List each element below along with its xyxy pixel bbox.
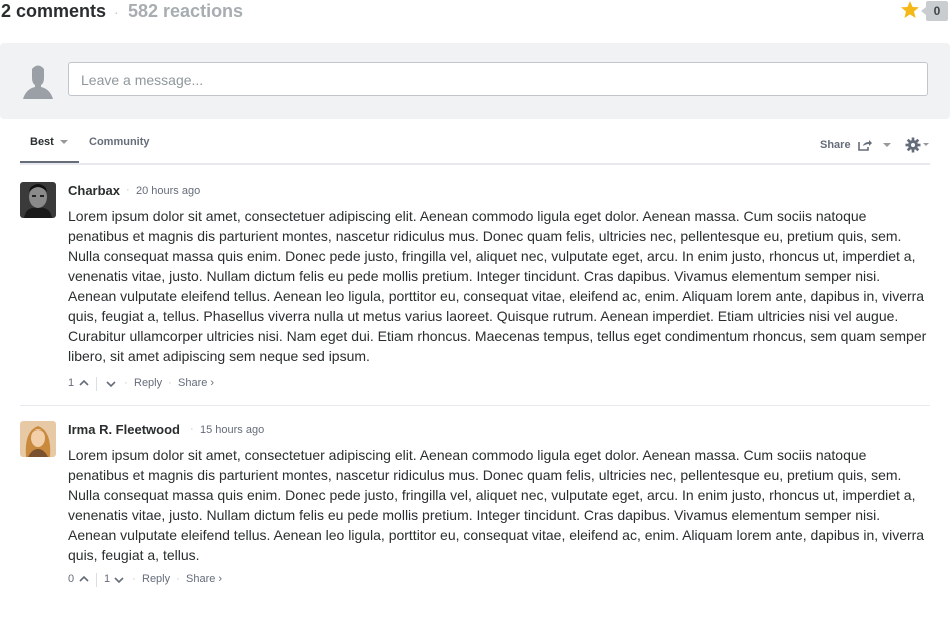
separator-dot: ·	[176, 573, 180, 585]
chevron-up-icon[interactable]	[79, 575, 89, 583]
settings-button[interactable]	[905, 136, 931, 154]
separator-dot: ·	[190, 423, 194, 435]
chevron-down-icon	[59, 140, 68, 145]
share-discussion-button[interactable]: Share	[820, 139, 891, 151]
share-link[interactable]: Share ›	[186, 573, 222, 585]
avatar-image	[20, 421, 56, 457]
reply-link[interactable]: Reply	[134, 377, 162, 389]
user-avatar-icon	[23, 65, 53, 99]
chevron-down-icon[interactable]	[106, 380, 116, 388]
chevron-up-icon[interactable]	[79, 379, 89, 387]
comment-time[interactable]: 20 hours ago	[136, 185, 200, 197]
chevron-down-icon	[882, 143, 891, 148]
reply-link[interactable]: Reply	[142, 573, 170, 585]
comment-actions: 1 · Reply · Share ›	[68, 377, 368, 391]
tab-community[interactable]: Community	[89, 136, 150, 163]
separator-dot: ·	[126, 184, 130, 196]
avatar-image	[20, 182, 56, 218]
avatar[interactable]	[20, 421, 56, 457]
recommend-count: 0	[921, 1, 948, 21]
recommend-button[interactable]: 0	[900, 0, 950, 24]
separator-dot: ·	[168, 377, 172, 389]
upvote-count: 1	[68, 377, 75, 389]
star-icon	[901, 1, 919, 18]
message-input[interactable]: Leave a message...	[68, 62, 928, 96]
vote-divider	[96, 377, 97, 391]
tab-community-label: Community	[89, 136, 150, 148]
separator-dot: ·	[132, 573, 136, 585]
share-label: Share	[820, 139, 851, 151]
comment-time[interactable]: 15 hours ago	[200, 424, 264, 436]
tab-best[interactable]: Best	[20, 136, 79, 163]
upvote-count: 0	[68, 573, 75, 585]
chevron-down-icon[interactable]	[114, 576, 124, 584]
comment-body: Lorem ipsum dolor sit amet, consectetuer…	[68, 447, 925, 563]
comment-author[interactable]: Irma R. Fleetwood	[68, 422, 180, 437]
vote-divider	[96, 573, 97, 587]
comment-actions: 0 1 · Reply · Share ›	[68, 573, 368, 587]
downvote-count: 1	[104, 573, 111, 585]
sort-tabs: Best Community Share	[20, 126, 930, 165]
comment-item: Charbax · 20 hours ago Lorem ipsum dolor…	[20, 182, 930, 392]
comments-count: 2 comments	[1, 1, 107, 21]
message-input-placeholder: Leave a message...	[81, 72, 204, 88]
comment-divider	[20, 405, 930, 406]
comment-body: Lorem ipsum dolor sit amet, consectetuer…	[68, 208, 927, 364]
comment-composer: Leave a message...	[0, 43, 950, 119]
comment-item: Irma R. Fleetwood · 15 hours ago Lorem i…	[20, 421, 930, 591]
comment-author[interactable]: Charbax	[68, 183, 120, 198]
header-separator: ·	[114, 4, 119, 20]
separator-dot: ·	[124, 377, 128, 389]
avatar[interactable]	[20, 182, 56, 218]
reactions-count[interactable]: 582 reactions	[128, 0, 243, 22]
tab-best-label: Best	[30, 136, 54, 148]
share-link[interactable]: Share ›	[178, 377, 214, 389]
gear-icon	[905, 137, 929, 153]
share-icon	[857, 140, 872, 151]
discussion-header: 2 comments · 582 reactions 0	[0, 0, 950, 26]
